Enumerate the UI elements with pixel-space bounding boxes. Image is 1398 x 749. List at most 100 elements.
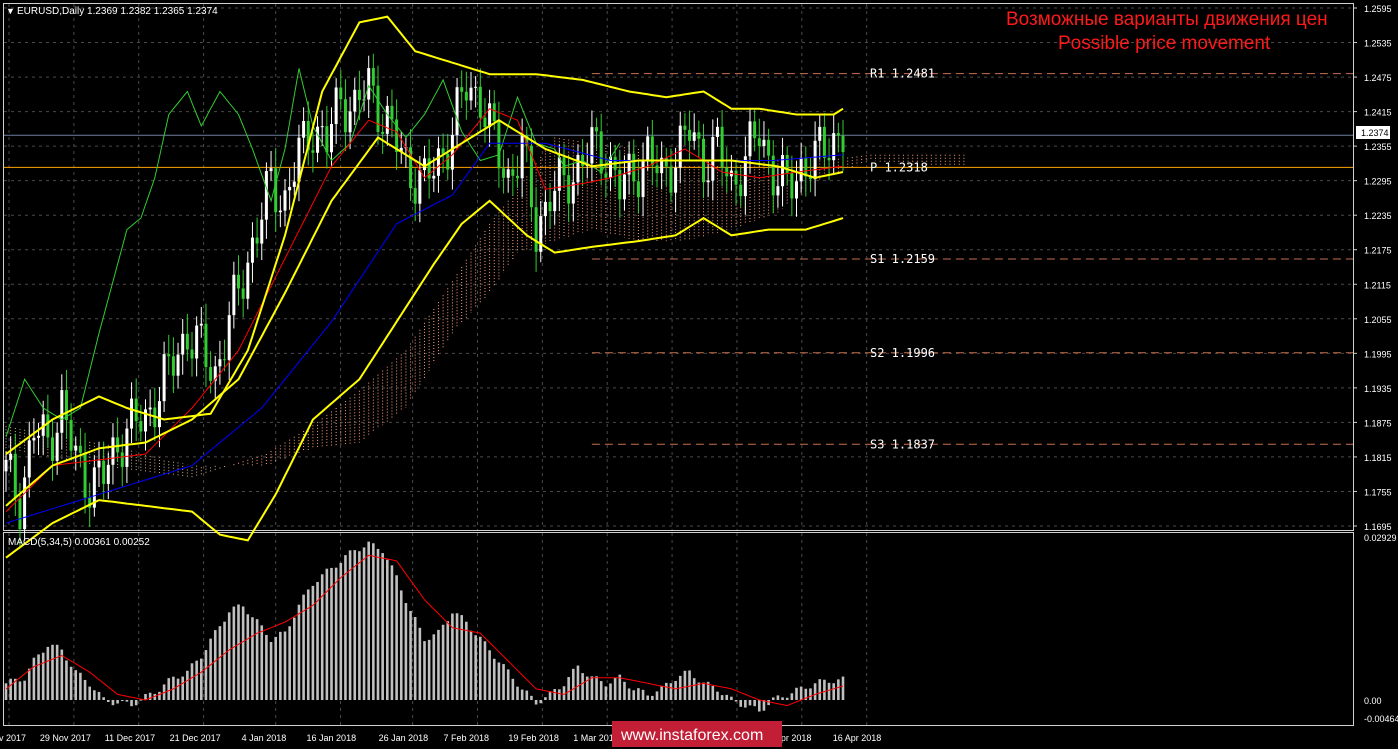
macd-bar <box>111 700 115 706</box>
macd-y-tick-label: -0.00464 <box>1364 714 1398 724</box>
candle-body <box>223 359 227 361</box>
candle-body <box>181 333 185 355</box>
candle-body <box>274 168 278 213</box>
macd-bar <box>553 689 556 700</box>
macd-bar <box>358 551 361 700</box>
macd-bar <box>581 673 584 700</box>
y-tick-label: 1.2175 <box>1364 246 1392 256</box>
candle-body <box>246 262 250 299</box>
y-tick-label: 1.2235 <box>1364 211 1392 221</box>
macd-bar <box>762 700 766 711</box>
macd-bar <box>730 696 733 700</box>
y-tick-label: 1.2355 <box>1364 142 1392 152</box>
candle-body <box>106 464 110 484</box>
candle-body <box>120 452 124 467</box>
macd-bar <box>158 691 161 700</box>
macd-bar <box>446 621 450 700</box>
macd-bar <box>176 678 180 700</box>
level-label-r1: R1 1.2481 <box>870 67 935 81</box>
candle-body <box>688 129 692 141</box>
macd-bar <box>404 603 408 700</box>
macd-bar <box>83 679 87 700</box>
candle-body <box>534 207 538 252</box>
macd-bar <box>195 660 198 700</box>
candle-body <box>469 87 473 101</box>
watermark[interactable]: www.instaforex.com <box>620 727 763 744</box>
y-tick-label: 1.2535 <box>1364 39 1392 49</box>
candle-body <box>111 437 115 465</box>
macd-bar <box>279 631 282 700</box>
candle-body <box>371 68 375 86</box>
macd-bar <box>520 689 524 700</box>
macd-bar <box>744 700 747 708</box>
candle-body <box>78 445 82 453</box>
candle-body <box>260 219 264 244</box>
candle-body <box>832 133 836 161</box>
macd-bar <box>590 676 594 700</box>
macd-bar <box>427 639 431 700</box>
macd-bar <box>181 676 184 700</box>
macd-bar <box>506 669 510 700</box>
candle-body <box>269 168 273 172</box>
candle-body <box>502 168 506 178</box>
candle-body <box>799 157 803 182</box>
macd-bar <box>218 626 222 700</box>
chart-menu-arrow[interactable]: ▼ <box>6 6 15 16</box>
candle-body <box>320 126 324 128</box>
candle-body <box>683 125 687 130</box>
macd-bar <box>255 619 259 700</box>
candle-body <box>4 459 8 472</box>
candle-body <box>516 175 519 179</box>
macd-bar <box>771 697 775 700</box>
macd-bar <box>69 666 73 700</box>
macd-bar <box>79 672 82 700</box>
macd-bar <box>539 700 543 704</box>
macd-bar <box>483 641 487 700</box>
macd-bar <box>492 658 496 700</box>
candle-body <box>264 171 268 220</box>
candle-body <box>292 181 296 187</box>
macd-bar <box>711 685 715 700</box>
candle-body <box>590 127 594 164</box>
candle-body <box>343 99 347 133</box>
macd-bar <box>799 686 803 700</box>
macd-bar <box>558 689 561 700</box>
candle-body <box>139 421 143 432</box>
candle-body <box>734 170 738 185</box>
candle-body <box>413 188 417 204</box>
candle-body <box>595 127 599 132</box>
candle-body <box>32 437 36 441</box>
candle-body <box>232 274 236 316</box>
macd-bar <box>702 682 705 700</box>
candle-body <box>488 103 492 128</box>
x-tick-label: 4 Jan 2018 <box>242 733 287 743</box>
macd-bar <box>409 610 412 700</box>
candle-body <box>283 190 287 211</box>
candle-body <box>767 139 771 156</box>
x-tick-label: 1 Mar 2018 <box>573 733 619 743</box>
candle-body <box>464 91 468 101</box>
candle-body <box>385 105 389 134</box>
candle-body <box>776 186 780 196</box>
macd-bar <box>823 679 826 700</box>
x-tick-label: 17 Nov 2017 <box>0 733 26 743</box>
macd-bar <box>623 681 626 700</box>
macd-bar <box>534 700 538 705</box>
level-label-s3: S3 1.1837 <box>870 437 935 451</box>
macd-bar <box>130 700 133 707</box>
candle-body <box>604 173 608 178</box>
macd-bar <box>469 630 473 700</box>
macd-bar <box>548 691 552 700</box>
macd-bar <box>390 565 394 700</box>
macd-bar <box>832 683 835 700</box>
candle-body <box>167 354 171 357</box>
candle-body <box>51 437 54 461</box>
candle-body <box>706 180 710 183</box>
macd-bar <box>325 568 329 700</box>
macd-bar <box>9 678 12 700</box>
macd-bar <box>748 700 752 706</box>
main-panel-frame <box>3 3 1354 531</box>
candle-body <box>367 68 371 100</box>
macd-bar <box>395 575 398 700</box>
macd-y-tick-label: 0.00 <box>1364 696 1382 706</box>
